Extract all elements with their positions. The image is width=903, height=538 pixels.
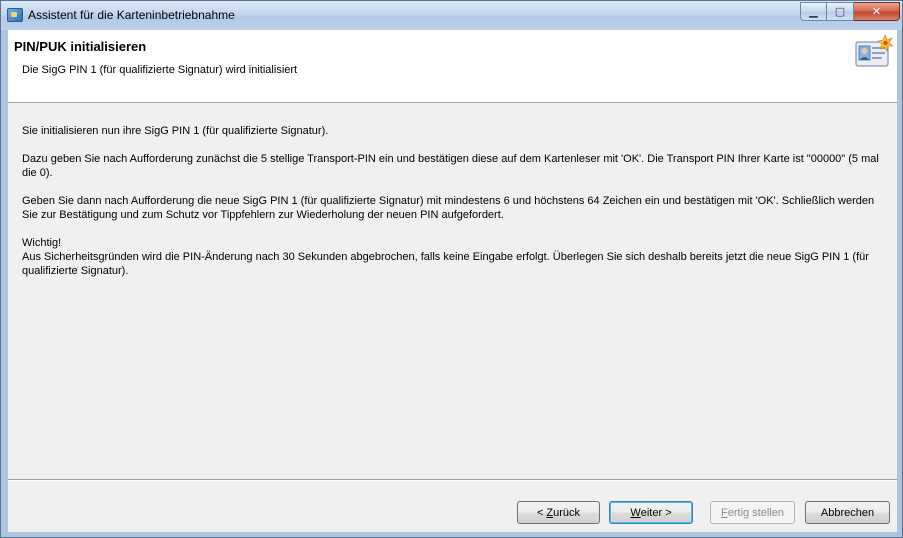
app-icon bbox=[7, 8, 23, 22]
close-button[interactable]: ✕ bbox=[854, 2, 900, 21]
back-button-label: urück bbox=[553, 506, 581, 519]
close-icon: ✕ bbox=[871, 5, 882, 18]
minimize-button[interactable]: ▁ bbox=[800, 2, 827, 21]
back-button-mnemonic: Z bbox=[546, 506, 554, 519]
next-button-mnemonic: W bbox=[630, 506, 641, 519]
finish-button-mnemonic: F bbox=[721, 506, 728, 519]
title-bar[interactable]: Assistent für die Karteninbetriebnahme ▁… bbox=[1, 1, 902, 30]
wizard-header: PIN/PUK initialisieren Die SigG PIN 1 (f… bbox=[8, 30, 897, 103]
wizard-client-area: PIN/PUK initialisieren Die SigG PIN 1 (f… bbox=[8, 30, 897, 532]
minimize-icon: ▁ bbox=[809, 5, 818, 18]
paragraph-intro: Sie initialisieren nun ihre SigG PIN 1 (… bbox=[22, 125, 329, 137]
next-button-label: eiter > bbox=[640, 506, 672, 519]
window-controls: ▁ ▢ ✕ bbox=[800, 2, 900, 22]
footer-divider bbox=[8, 479, 897, 481]
warning-text: Aus Sicherheitsgründen wird die PIN-Ände… bbox=[22, 251, 869, 277]
window-title: Assistent für die Karteninbetriebnahme bbox=[28, 8, 235, 22]
maximize-button[interactable]: ▢ bbox=[827, 2, 854, 21]
id-card-icon bbox=[855, 34, 894, 67]
page-subtitle: Die SigG PIN 1 (für qualifizierte Signat… bbox=[22, 64, 298, 76]
back-button[interactable]: < Zurück bbox=[517, 501, 600, 524]
finish-button[interactable]: Fertig stellen bbox=[710, 501, 795, 524]
maximize-icon: ▢ bbox=[834, 5, 846, 18]
back-button-prefix: < bbox=[536, 506, 547, 519]
next-button[interactable]: Weiter > bbox=[609, 501, 693, 524]
paragraph-new-pin: Geben Sie dann nach Aufforderung die neu… bbox=[22, 195, 875, 221]
finish-button-label: ertig stellen bbox=[727, 506, 784, 519]
paragraph-transport-pin: Dazu geben Sie nach Aufforderung zunächs… bbox=[22, 153, 879, 179]
warning-heading: Wichtig! bbox=[22, 237, 62, 249]
page-title: PIN/PUK initialisieren bbox=[14, 39, 147, 54]
wizard-window: Assistent für die Karteninbetriebnahme ▁… bbox=[0, 0, 903, 538]
cancel-button-label: Abbrechen bbox=[820, 506, 875, 519]
instruction-text: Sie initialisieren nun ihre SigG PIN 1 (… bbox=[22, 124, 888, 278]
cancel-button[interactable]: Abbrechen bbox=[805, 501, 890, 524]
